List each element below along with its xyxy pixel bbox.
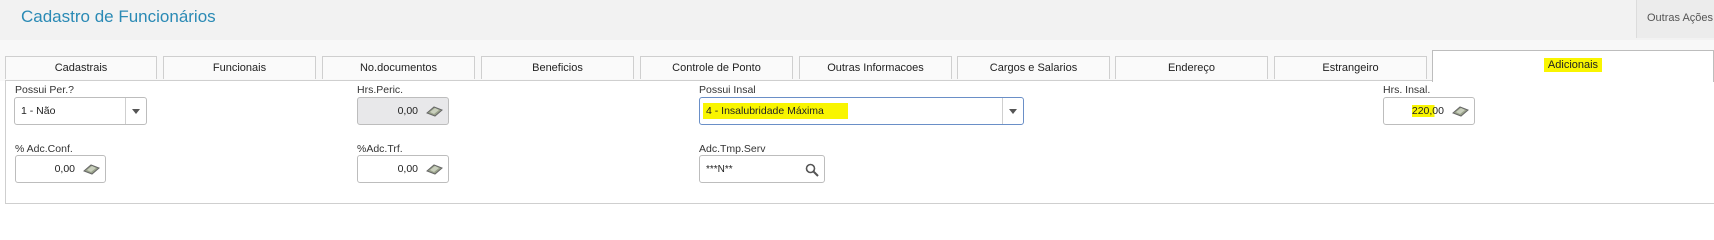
chevron-down-icon[interactable] [125, 98, 146, 124]
hrs-insal-value: 220,00 [1411, 105, 1444, 117]
tab-endereco[interactable]: Endereço [1115, 56, 1268, 79]
hrs-insal-field[interactable]: 220,00 [1383, 97, 1475, 125]
tab-estrangeiro[interactable]: Estrangeiro [1274, 56, 1427, 79]
possui-per-select[interactable]: 1 - Não [14, 97, 147, 125]
adc-conf-label: % Adc.Conf. [15, 143, 73, 155]
tab-label: Funcionais [212, 62, 267, 74]
adc-tmp-serv-label: Adc.Tmp.Serv [699, 143, 766, 155]
possui-insal-select[interactable]: 4 - Insalubridade Máxima [699, 97, 1024, 125]
chevron-down-icon[interactable] [1002, 98, 1023, 124]
tab-label: Estrangeiro [1322, 62, 1379, 74]
tab-outras-informacoes[interactable]: Outras Informacoes [799, 56, 952, 79]
adc-tmp-serv-value: ***N** [706, 164, 733, 175]
adc-conf-field[interactable]: 0,00 [15, 155, 106, 183]
tab-label: Beneficios [532, 62, 583, 74]
tab-label: No.documentos [359, 62, 438, 74]
calculator-icon[interactable] [1451, 105, 1469, 117]
tab-funcionais[interactable]: Funcionais [163, 56, 316, 79]
calculator-icon[interactable] [425, 163, 443, 175]
possui-insal-value: 4 - Insalubridade Máxima [703, 103, 848, 119]
tab-no-documentos[interactable]: No.documentos [322, 56, 475, 79]
tab-label: Outras Informacoes [827, 62, 924, 74]
possui-per-label: Possui Per.? [15, 84, 74, 96]
tab-cadastrais[interactable]: Cadastrais [5, 56, 157, 79]
hrs-peric-label: Hrs.Peric. [357, 84, 404, 96]
hrs-peric-value: 0,00 [397, 105, 418, 117]
adc-trf-value: 0,00 [397, 163, 418, 175]
adc-trf-field[interactable]: 0,00 [357, 155, 449, 183]
page-header: Cadastro de Funcionários Outras Ações [0, 0, 1714, 40]
tab-label: Endereço [1167, 62, 1216, 74]
page-title: Cadastro de Funcionários [21, 7, 216, 26]
tab-beneficios[interactable]: Beneficios [481, 56, 634, 79]
tab-label: Cargos e Salarios [989, 62, 1078, 74]
calculator-icon[interactable] [425, 105, 443, 117]
adc-tmp-serv-field[interactable]: ***N** [699, 155, 825, 183]
search-icon[interactable] [805, 163, 819, 177]
tab-cargos-e-salarios[interactable]: Cargos e Salarios [957, 56, 1110, 79]
tab-adicionais[interactable]: Adicionais [1432, 50, 1714, 82]
tab-controle-de-ponto[interactable]: Controle de Ponto [640, 56, 793, 79]
possui-insal-label: Possui Insal [699, 84, 756, 96]
calculator-icon[interactable] [82, 163, 100, 175]
tab-label: Adicionais [1543, 58, 1603, 72]
hrs-insal-label: Hrs. Insal. [1383, 84, 1431, 96]
adc-conf-value: 0,00 [54, 163, 75, 175]
tab-label: Controle de Ponto [672, 62, 761, 74]
adc-trf-label: %Adc.Trf. [357, 143, 403, 155]
tab-bar: Cadastrais Funcionais No.documentos Bene… [0, 40, 1714, 82]
tab-label: Cadastrais [54, 62, 108, 74]
possui-per-value: 1 - Não [21, 105, 56, 117]
hrs-peric-field: 0,00 [357, 97, 449, 125]
outras-acoes-button[interactable]: Outras Ações [1636, 0, 1714, 38]
